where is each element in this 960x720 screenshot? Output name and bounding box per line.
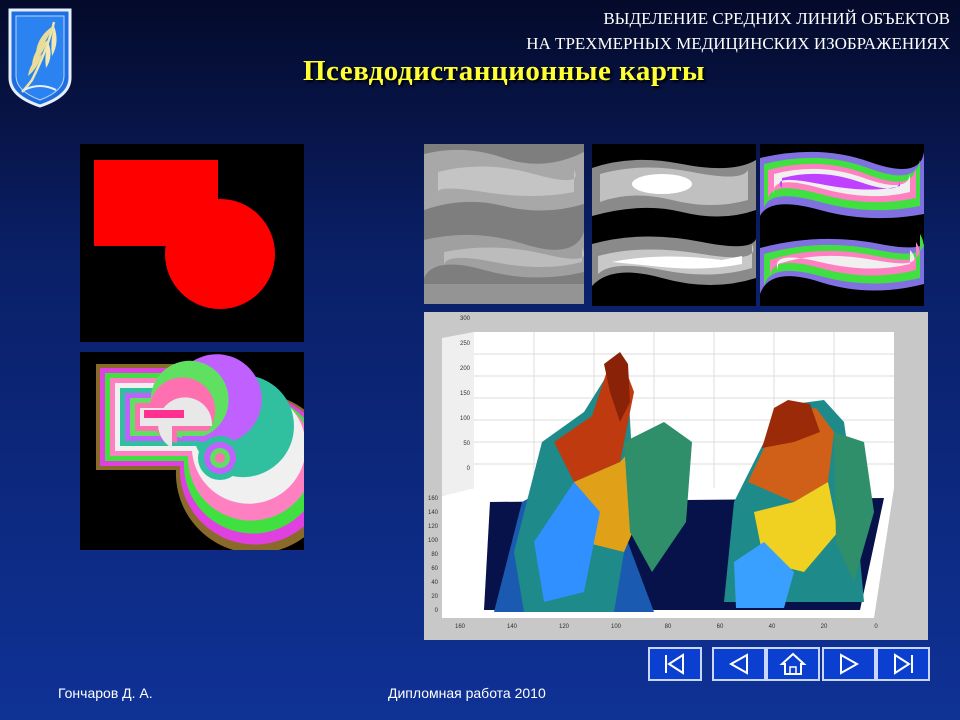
header-line-1: ВЫДЕЛЕНИЕ СРЕДНИХ ЛИНИЙ ОБЪЕКТОВ — [603, 9, 950, 28]
plot-y-tick-label: 50 — [463, 441, 470, 447]
plot-y-tick-label: 100 — [460, 416, 471, 422]
plot-z-tick-label: 0 — [435, 608, 439, 614]
footer-author: Гончаров Д. А. — [58, 685, 153, 701]
home-button[interactable] — [766, 647, 820, 681]
plot-x-tick-label: 100 — [611, 624, 622, 630]
plot-z-tick-label: 60 — [431, 566, 438, 572]
footer-work-title: Дипломная работа 2010 — [388, 685, 546, 701]
last-slide-button[interactable] — [876, 647, 930, 681]
prev-slide-icon — [728, 653, 748, 675]
slide-title: Псевдодистанционные карты — [303, 55, 705, 87]
pseudo-distance-slice-image — [760, 144, 924, 306]
plot-z-tick-label: 80 — [431, 552, 438, 558]
plot-y-tick-label: 300 — [460, 316, 471, 322]
binary-shape-image — [80, 144, 304, 342]
plot-x-tick-label: 140 — [507, 624, 518, 630]
plot-z-tick-label: 40 — [431, 580, 438, 586]
plot-x-tick-label: 40 — [769, 624, 776, 630]
slide: ВЫДЕЛЕНИЕ СРЕДНИХ ЛИНИЙ ОБЪЕКТОВ НА ТРЕХ… — [0, 0, 960, 720]
plot-x-tick-label: 60 — [717, 624, 724, 630]
next-slide-button[interactable] — [822, 647, 876, 681]
plot-y-tick-label: 200 — [460, 366, 471, 372]
plot-z-tick-label: 100 — [428, 538, 439, 544]
first-slide-button[interactable] — [648, 647, 702, 681]
plot-x-tick-label: 120 — [559, 624, 570, 630]
distance-contour-image — [80, 352, 304, 550]
plot-x-tick-label: 80 — [665, 624, 672, 630]
prev-slide-button[interactable] — [712, 647, 766, 681]
plot-x-tick-label: 20 — [821, 624, 828, 630]
plot-z-tick-label: 160 — [428, 496, 439, 502]
thresholded-slice-image — [592, 144, 756, 306]
plot-x-tick-label: 160 — [455, 624, 466, 630]
plot-x-tick-label: 0 — [874, 624, 878, 630]
header-line-2: НА ТРЕХМЕРНЫХ МЕДИЦИНСКИХ ИЗОБРАЖЕНИЯХ — [526, 34, 950, 53]
first-slide-icon — [665, 653, 684, 675]
home-icon — [779, 652, 807, 675]
last-slide-icon — [894, 653, 913, 675]
plot-y-tick-label: 250 — [460, 341, 471, 347]
plot-y-tick-label: 150 — [460, 391, 471, 397]
grayscale-slice-image — [424, 144, 584, 304]
plot-z-tick-label: 140 — [428, 510, 439, 516]
plot-z-tick-label: 20 — [431, 594, 438, 600]
surface-plot-image: 300 250 200 150 100 50 0 160 140 120 100 80 60 40 20 0 1… — [424, 312, 928, 640]
plot-z-tick-label: 120 — [428, 524, 439, 530]
next-slide-icon — [840, 653, 860, 675]
